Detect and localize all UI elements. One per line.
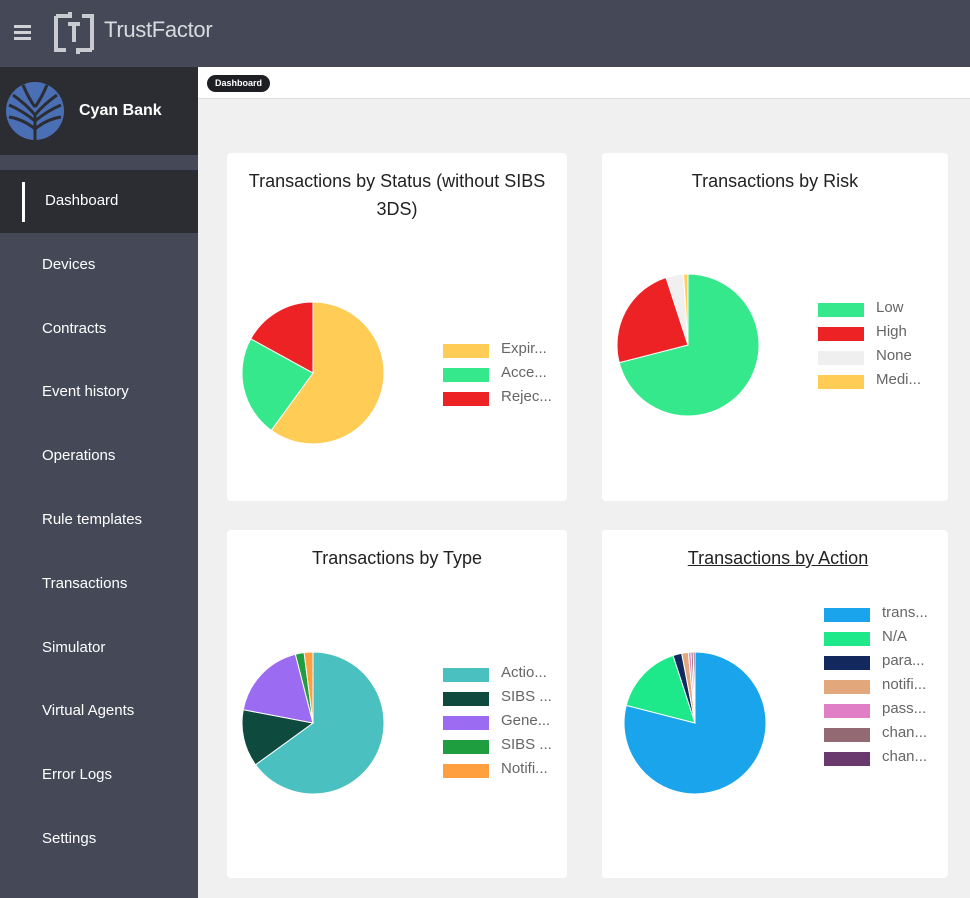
legend-swatch [443,764,489,778]
legend-label: Expir... [501,340,547,357]
legend-label: N/A [882,628,908,645]
legend-label: Actio... [501,664,547,681]
sidebar-item-event-history[interactable]: Event history [0,361,198,424]
pie-chart [241,301,385,445]
sidebar-item-operations[interactable]: Operations [0,425,198,488]
legend-swatch [818,327,864,341]
sidebar-item-label: Rule templates [42,511,143,528]
legend-swatch [818,375,864,389]
sidebar-item-devices[interactable]: Devices [0,234,198,297]
sidebar-item-contracts[interactable]: Contracts [0,298,198,361]
legend-label: SIBS ... [501,688,552,705]
sidebar-item-rule-templates[interactable]: Rule templates [0,489,198,552]
sidebar-item-label: Virtual Agents [42,702,135,720]
trustfactor-logo-icon [54,12,94,54]
legend-swatch [818,303,864,317]
legend-swatch [443,344,489,358]
legend-swatch [824,704,870,718]
legend-label: Gene... [501,712,551,729]
bank-logo-icon [6,82,64,141]
breadcrumb-dashboard[interactable]: Dashboard [207,75,271,92]
legend-swatch [443,368,489,382]
top-bar: TrustFactor [0,0,970,67]
chart-card-status: Transactions by Status (without SIBS 3DS… [227,153,567,501]
legend-swatch [824,752,870,766]
sidebar-item-transactions[interactable]: Transactions [0,553,198,616]
legend-label: chan... [882,724,928,741]
main-content: Dashboard Transactions by Status (withou… [198,67,970,898]
sidebar-item-label: Devices [42,255,96,273]
legend-swatch [824,728,870,742]
legend-label: para... [882,652,925,669]
legend-swatch [824,632,870,646]
legend-label: Medi... [876,371,922,388]
sidebar-item-virtual-agents[interactable]: Virtual Agents [0,680,198,743]
sidebar-item-label: Settings [42,830,97,847]
legend-swatch [443,392,489,406]
sidebar-item-label: Dashboard [45,192,119,209]
sidebar-item-label: Simulator [42,638,106,656]
legend-swatch [818,351,864,365]
chart-card-type: Transactions by Type Actio... SIBS ... Gen… [227,530,567,878]
legend-label: trans... [882,604,928,621]
legend-swatch [443,740,489,754]
legend-label: High [876,323,907,340]
sidebar-item-dashboard[interactable]: Dashboard [0,170,198,233]
bank-header: Cyan Bank [0,67,198,155]
legend-label: Notifi... [501,760,548,777]
legend-swatch [824,608,870,622]
app-title: TrustFactor [104,17,213,42]
legend-label: notifi... [882,676,927,693]
sidebar: Cyan Bank Dashboard Devices Contracts Event… [0,67,198,898]
legend-swatch [443,716,489,730]
legend-label: SIBS ... [501,736,552,753]
active-indicator [22,182,25,222]
sidebar-item-error-logs[interactable]: Error Logs [0,744,198,807]
legend-label: Rejec... [501,388,552,405]
legend-label: Low [876,299,904,316]
legend-label: chan... [882,748,928,765]
pie-chart [616,273,760,417]
legend-label: None [876,347,912,364]
breadcrumb: Dashboard [198,67,970,99]
sidebar-item-label: Event history [42,383,129,401]
legend-swatch [443,692,489,706]
legend-swatch [824,680,870,694]
sidebar-item-label: Error Logs [42,766,113,784]
sidebar-item-label: Operations [42,447,116,465]
sidebar-item-settings[interactable]: Settings [0,808,198,871]
sidebar-item-label: Transactions [42,574,128,592]
chart-card-action: Transactions by Action trans... N/A para..… [602,530,948,878]
pie-chart [623,651,767,795]
sidebar-item-simulator[interactable]: Simulator [0,617,198,680]
legend-swatch [443,668,489,682]
legend-label: Acce... [501,364,547,381]
sidebar-item-label: Contracts [42,319,107,337]
chart-card-risk: Transactions by Risk Low High None Medi... [602,153,948,501]
pie-chart [241,651,385,795]
menu-icon[interactable] [14,22,36,42]
bank-name: Cyan Bank [79,102,162,119]
legend-swatch [824,656,870,670]
legend-label: pass... [882,700,927,717]
